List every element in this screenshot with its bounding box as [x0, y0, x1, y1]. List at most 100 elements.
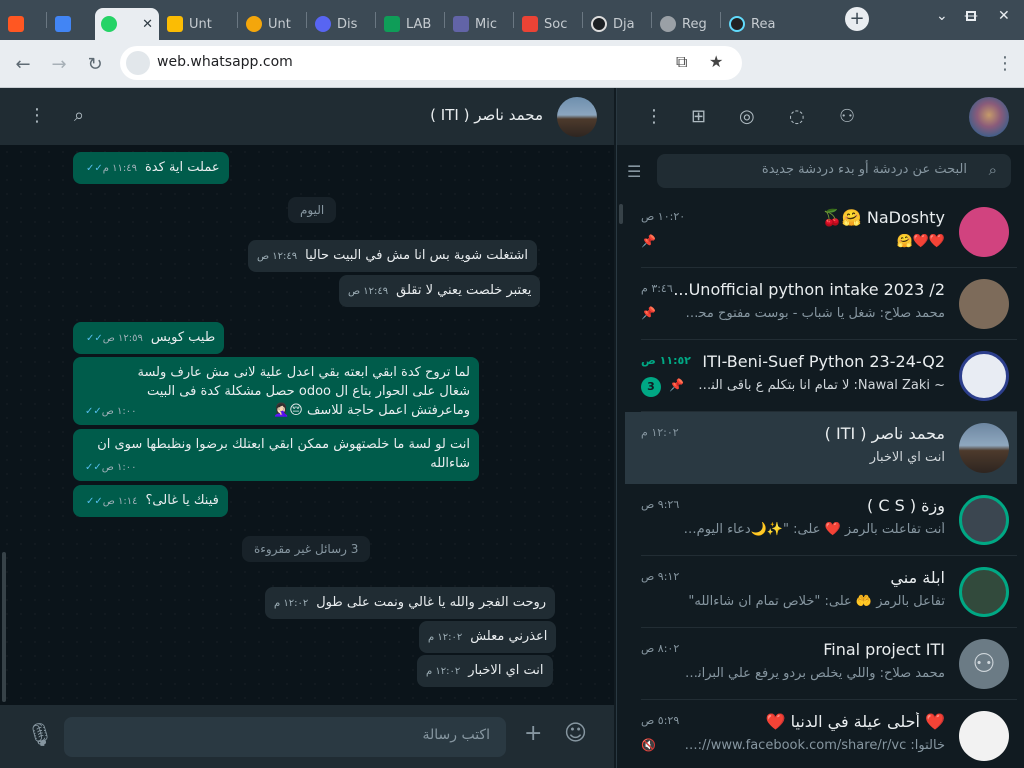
message-in[interactable]: انت اي الاخبار١٢:٠٢ م [417, 655, 553, 687]
reload-icon[interactable]: ↻ [80, 49, 110, 79]
close-window-icon[interactable]: ✕ [998, 8, 1010, 24]
open-in-app-icon[interactable]: ⧉ [676, 52, 687, 72]
contact-name: محمد ناصر ( ITI ) [430, 106, 543, 124]
message-in[interactable]: اعذرني معلش١٢:٠٢ م [419, 621, 557, 653]
menu-icon[interactable]: ⋮ [28, 105, 46, 126]
site-info-icon[interactable] [126, 51, 150, 75]
read-ticks-icon: ✓✓ [86, 496, 103, 507]
gmail-icon [522, 16, 538, 32]
message-list[interactable]: عملت اية كدة✓✓١١:٤٩ م اليوم اشتغلت شوية … [0, 145, 614, 705]
message-out[interactable]: لما تروح كدة ابقي ابعته بقي اعدل علية لا… [73, 357, 479, 425]
browser-tab[interactable]: Dja [585, 8, 651, 40]
chat-avatar [959, 207, 1009, 257]
menu-icon[interactable]: ⋮ [645, 106, 663, 127]
message-in[interactable]: روحت الفجر والله يا غالي ونمت على طول١٢:… [265, 587, 556, 619]
date-divider: اليوم [288, 197, 337, 223]
browser-tab[interactable]: Soc [516, 8, 582, 40]
drive-icon [384, 16, 400, 32]
group-icon: ⚇ [959, 639, 1009, 689]
search-icon: ⌕ [988, 161, 997, 179]
scrollbar-thumb[interactable] [2, 552, 6, 702]
chat-row[interactable]: ❤️ أحلى عيلة في الدنيا ❤️ ٥:٢٩ ص خالتوا:… [625, 700, 1017, 768]
back-icon[interactable]: ← [8, 49, 38, 79]
new-tab-button[interactable]: + [845, 7, 869, 31]
drive-icon [167, 16, 183, 32]
scrollbar-thumb[interactable] [619, 204, 623, 224]
status-icon[interactable]: ◌ [789, 106, 805, 127]
communities-icon[interactable]: ⚇ [839, 106, 855, 127]
browser-tab[interactable]: Reg [654, 8, 720, 40]
message-out[interactable]: فينك يا غالى؟✓✓١:١٤ ص [73, 485, 228, 517]
message-in[interactable]: يعتبر خلصت يعني لا تقلق١٢:٤٩ ص [339, 275, 541, 307]
chat-row[interactable]: وزة ( C S ) ٩:٢٦ ص أنت تفاعلت بالرمز ❤️ … [625, 484, 1017, 556]
chat-row[interactable]: NaDoshty 🤗🍒 ١٠:٢٠ ص ❤️❤️🤗 📌 [625, 196, 1017, 268]
soundcloud-icon [8, 16, 24, 32]
pin-icon: 📌 [669, 378, 684, 392]
app-icon [246, 16, 262, 32]
teams-icon [453, 16, 469, 32]
my-avatar[interactable] [969, 97, 1009, 137]
message-out[interactable]: طيب كويس✓✓١٢:٥٩ ص [73, 322, 225, 354]
url-text: web.whatsapp.com [157, 54, 293, 70]
globe-icon [660, 16, 676, 32]
address-bar[interactable]: web.whatsapp.com ⧉ ★ [120, 46, 742, 80]
browser-tab-strip: ✕ Unt Unt Dis LAB Mic Soc Dja Reg Rea [0, 0, 1024, 40]
chat-row[interactable]: Unofficial python intake 2023 /2... ٣:٤٦… [625, 268, 1017, 340]
new-chat-icon[interactable]: ⊞ [691, 106, 706, 127]
github-icon [591, 16, 607, 32]
chat-row[interactable]: ⚇ Final project ITI ٨:٠٢ ص محمد صلاح: وا… [625, 628, 1017, 700]
read-ticks-icon: ✓✓ [86, 333, 103, 344]
search-icon[interactable]: ⌕ [74, 105, 84, 126]
search-bar[interactable]: البحث عن دردشة أو بدء دردشة جديدة ⌕ [657, 154, 1011, 188]
browser-tab[interactable]: LAB [378, 8, 444, 40]
unread-badge: 3 [641, 377, 661, 397]
chat-row-selected[interactable]: محمد ناصر ( ITI ) ١٢:٠٢ م انت اي الاخبار [625, 412, 1017, 484]
filter-icon[interactable]: ☰ [627, 162, 641, 181]
chat-list-panel: ⋮ ⊞ ◎ ◌ ⚇ ☰ البحث عن دردشة أو بدء دردشة … [616, 88, 1024, 768]
chat-avatar [959, 423, 1009, 473]
discord-icon [315, 16, 331, 32]
pin-icon: 📌 [641, 234, 656, 248]
composer: 🎙 اكتب رسالة + ☺ [0, 705, 614, 768]
whatsapp-icon [101, 16, 117, 32]
emoji-icon[interactable]: ☺ [564, 721, 587, 746]
message-out[interactable]: انت لو لسة ما خلصتهوش ممكن ابقي ابعتلك ب… [73, 429, 479, 481]
chat-avatar [959, 567, 1009, 617]
pin-icon: 📌 [641, 306, 656, 320]
translate-icon [55, 16, 71, 32]
unread-divider: 3 رسائل غير مقروءة [242, 536, 371, 562]
tab-search-icon[interactable]: ⌄ [936, 8, 948, 24]
chat-row[interactable]: ابلة مني ٩:١٢ ص تفاعل بالرمز 🤲 على: "خلا… [625, 556, 1017, 628]
chat-row[interactable]: ITI-Beni-Suef Python 23-24-Q2 ١١:٥٢ ص ~ … [625, 340, 1017, 412]
chat-list: NaDoshty 🤗🍒 ١٠:٢٠ ص ❤️❤️🤗 📌 Unofficial p… [617, 196, 1017, 768]
close-tab-icon[interactable]: ✕ [142, 17, 153, 32]
browser-tab[interactable]: Dis [309, 8, 375, 40]
read-ticks-icon: ✓✓ [85, 462, 102, 473]
browser-tab-whatsapp[interactable]: ✕ [95, 8, 159, 40]
attach-plus-icon[interactable]: + [524, 721, 542, 746]
microphone-icon[interactable]: 🎙 [26, 723, 54, 748]
chat-avatar [959, 279, 1009, 329]
browser-tab[interactable]: Unt [240, 8, 306, 40]
contact-avatar[interactable] [557, 97, 597, 137]
browser-tab[interactable]: Unt [161, 8, 237, 40]
bookmark-star-icon[interactable]: ★ [709, 52, 723, 71]
message-out[interactable]: عملت اية كدة✓✓١١:٤٩ م [73, 152, 229, 184]
message-input[interactable]: اكتب رسالة [64, 717, 506, 757]
browser-menu-icon[interactable]: ⋮ [996, 53, 1014, 74]
forward-icon[interactable]: → [44, 49, 74, 79]
chat-avatar [959, 495, 1009, 545]
chat-avatar [959, 711, 1009, 761]
react-icon [729, 16, 745, 32]
chat-avatar [959, 351, 1009, 401]
browser-tab[interactable] [2, 8, 46, 40]
channels-icon[interactable]: ◎ [739, 106, 755, 127]
read-ticks-icon: ✓✓ [85, 406, 102, 417]
message-in[interactable]: اشتغلت شوية بس انا مش في البيت حاليا١٢:٤… [248, 240, 538, 272]
browser-tab[interactable]: Rea [723, 8, 789, 40]
browser-tab[interactable] [49, 8, 93, 40]
conversation-header[interactable]: ⋮ ⌕ محمد ناصر ( ITI ) [0, 88, 614, 145]
read-ticks-icon: ✓✓ [86, 163, 103, 174]
restore-icon[interactable] [966, 11, 976, 21]
browser-tab[interactable]: Mic [447, 8, 513, 40]
